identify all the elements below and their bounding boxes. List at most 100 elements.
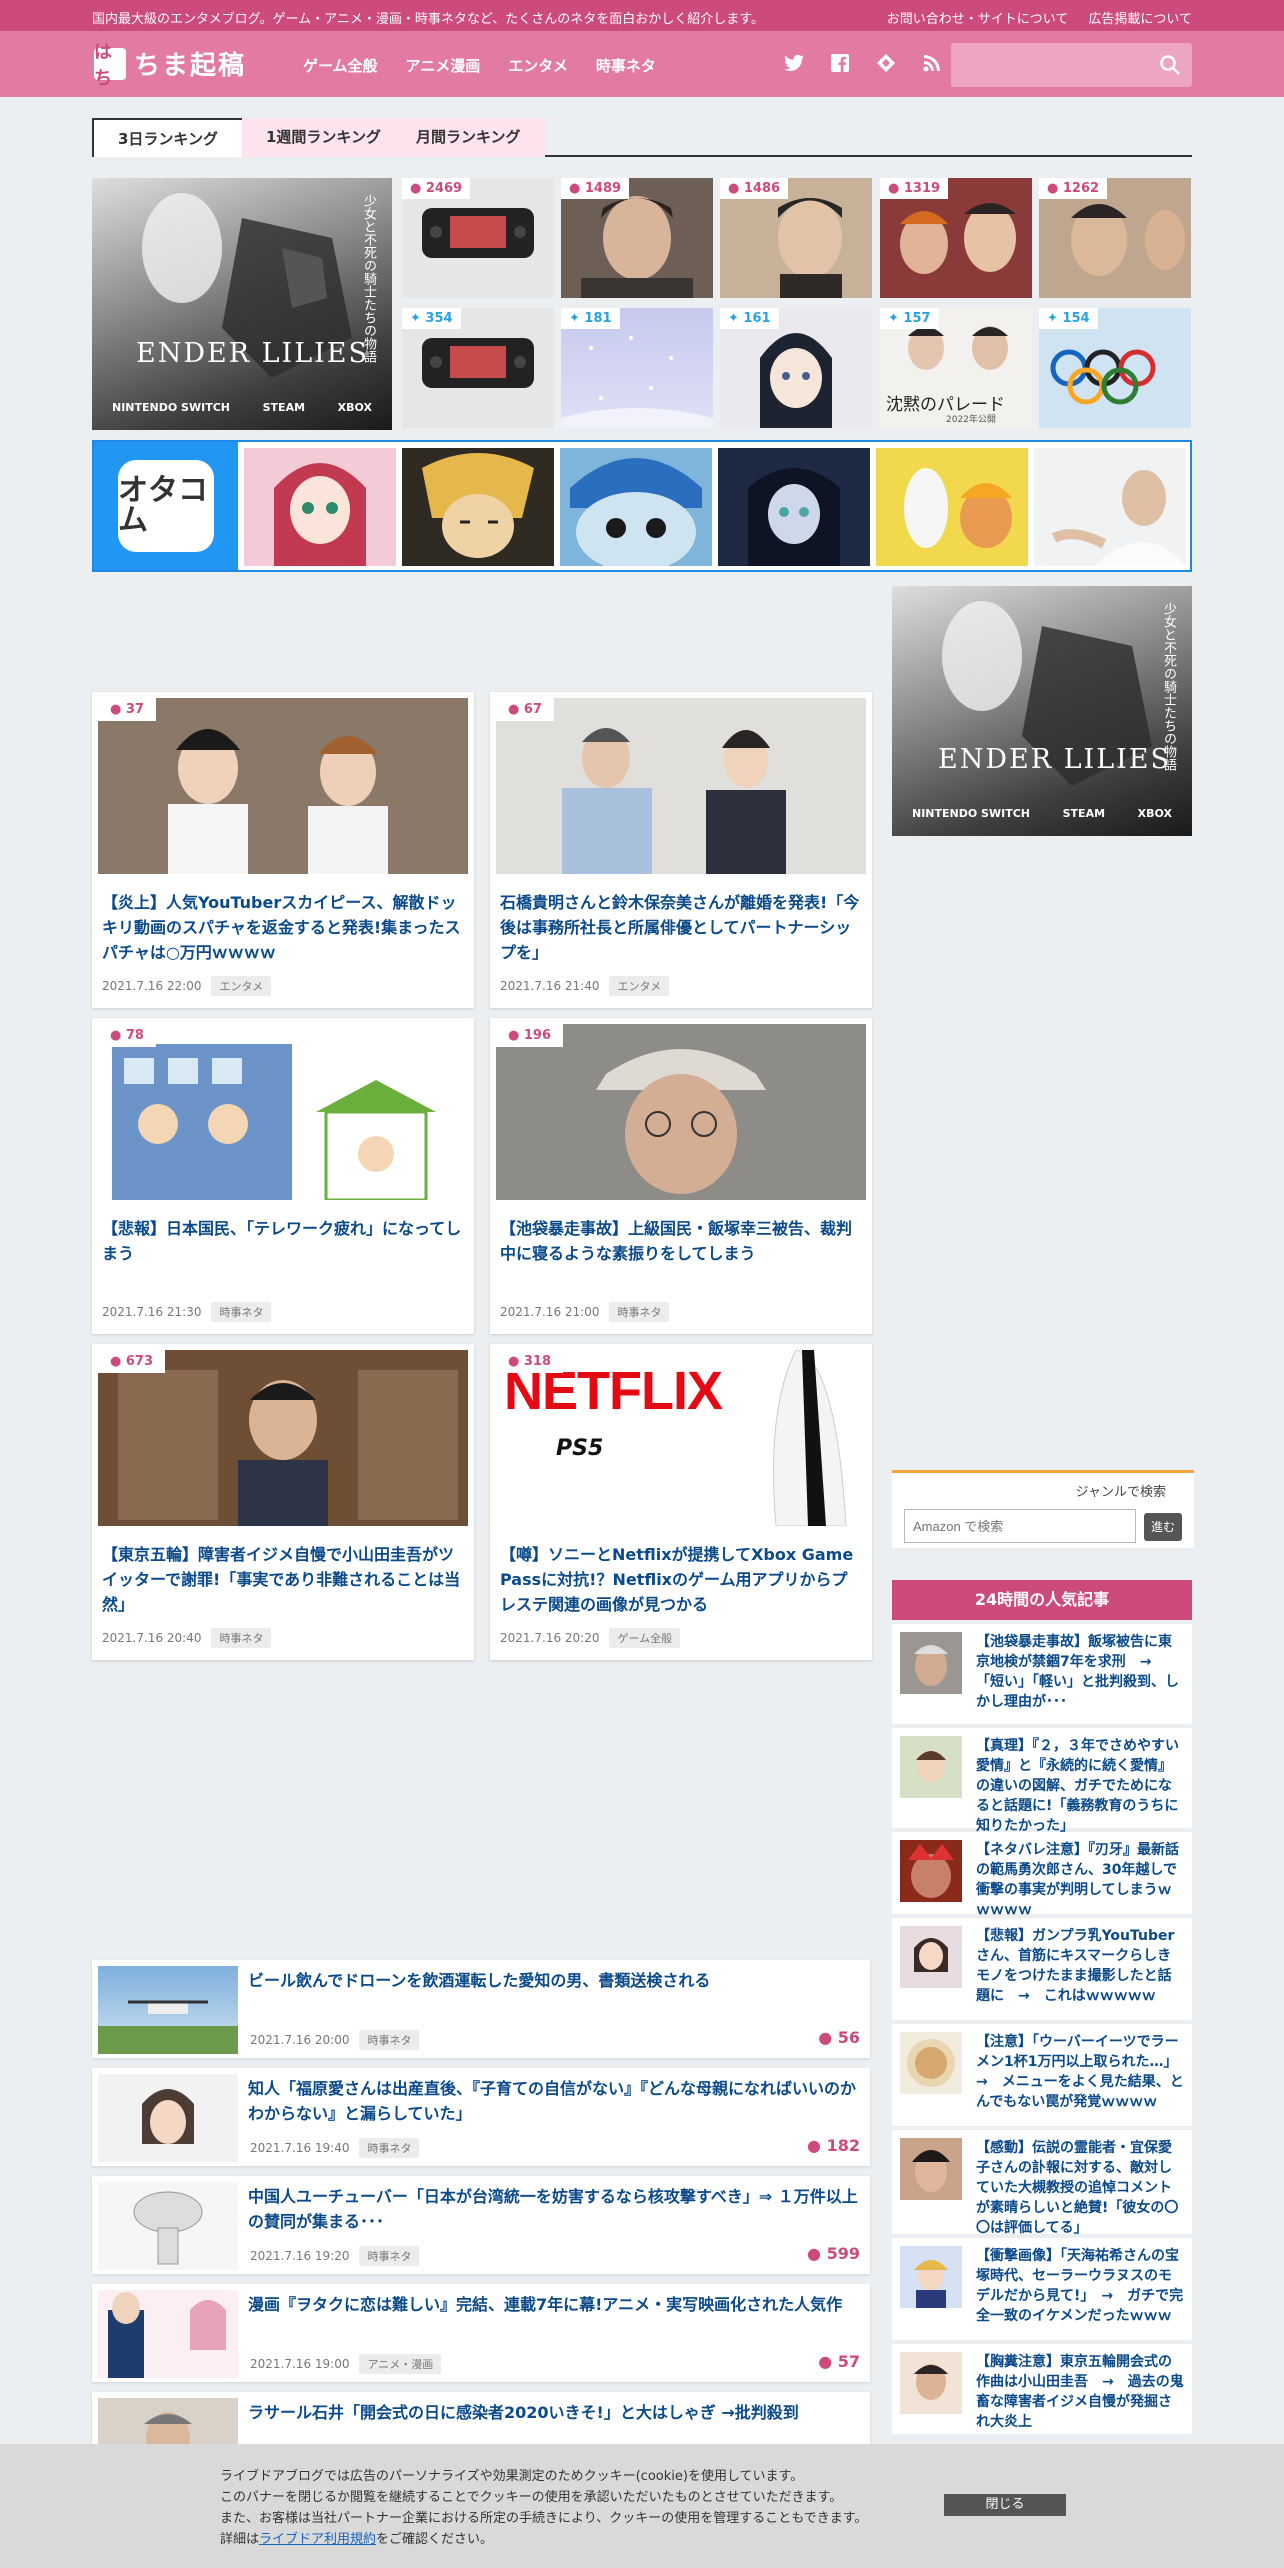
popular-thumbnail xyxy=(900,1840,962,1902)
ranking-item[interactable]: ● 1489 xyxy=(561,178,713,298)
hero-title: ENDER LILIES xyxy=(136,338,369,369)
sidebar-ad-banner[interactable]: 少女と不死の騎士たちの物語 ENDER LILIES NINTENDO SWIT… xyxy=(892,586,1192,836)
article-title[interactable]: 【池袋暴走事故】上級国民・飯塚幸三被告、裁判中に寝るような素振りをしてしまう xyxy=(500,1216,862,1266)
article-title[interactable]: 中国人ユーチューバー「日本が台湾統一を妨害するなら核攻撃すべき」⇒ １万件以上の… xyxy=(248,2184,858,2234)
popular-title[interactable]: 【胸糞注意】東京五輪開会式の作曲は小山田圭吾 → 過去の鬼畜な障害者イジメ自慢が… xyxy=(976,2352,1184,2432)
search-icon[interactable] xyxy=(1158,53,1182,77)
article-title[interactable]: ラサール石井「開会式の日に感染者2020いきそ!」と大はしゃぎ →批判殺到 xyxy=(248,2400,858,2425)
popular-title[interactable]: 【池袋暴走事故】飯塚被告に東京地検が禁錮7年を求刑 → 「短い」「軽い」と批判殺… xyxy=(976,1632,1184,1712)
feedly-icon[interactable] xyxy=(874,51,898,75)
category-tag[interactable]: 時事ネタ xyxy=(359,2138,420,2158)
ranking-item[interactable]: ✦ 354 xyxy=(402,308,554,428)
popular-item[interactable]: 【池袋暴走事故】飯塚被告に東京地検が禁錮7年を求刑 → 「短い」「軽い」と批判殺… xyxy=(892,1624,1192,1724)
category-tag[interactable]: 時事ネタ xyxy=(211,1302,272,1322)
comment-count: ● 2469 xyxy=(402,178,471,199)
ranking-item[interactable]: ✦ 161 xyxy=(720,308,872,428)
article-title[interactable]: 【炎上】人気YouTuberスカイピース、解散ドッキリ動画のスパチャを返金すると… xyxy=(102,890,464,965)
popular-title[interactable]: 【衝撃画像】「天海祐希さんの宝塚時代、セーラーウラヌスのモデルだから見て!」 →… xyxy=(976,2246,1184,2326)
article-meta: 2021.7.16 21:00 時事ネタ xyxy=(500,1302,670,1322)
popular-title[interactable]: 【ネタバレ注意】『刃牙』最新話の範馬勇次郎さん、30年越しで衝撃の事実が判明して… xyxy=(976,1840,1184,1920)
article-date: 2021.7.16 20:00 xyxy=(250,2033,350,2047)
sidead-title: ENDER LILIES xyxy=(938,744,1171,775)
comment-count: ● 1489 xyxy=(561,178,630,199)
article-card[interactable]: ● 673 【東京五輪】障害者イジメ自慢で小山田圭吾がツイッターで謝罪!「事実で… xyxy=(92,1344,474,1660)
tab-3day[interactable]: 3日ランキング xyxy=(92,118,244,157)
popular-item[interactable]: 【ネタバレ注意】『刃牙』最新話の範馬勇次郎さん、30年越しで衝撃の事実が判明して… xyxy=(892,1832,1192,1918)
search-go-button[interactable]: 進む xyxy=(1144,1513,1182,1541)
tab-week[interactable]: 1週間ランキング xyxy=(242,118,405,157)
hero-illustration xyxy=(142,193,352,378)
popular-item[interactable]: 【注意】「ウーバーイーツでラーメン1杯1万円以上取られた…」 → メニューをよく… xyxy=(892,2024,1192,2126)
popular-item[interactable]: 【胸糞注意】東京五輪開会式の作曲は小山田圭吾 → 過去の鬼畜な障害者イジメ自慢が… xyxy=(892,2344,1192,2434)
article-card[interactable]: ● 78 【悲報】日本国民、「テレワーク疲れ」になってしまう 2021.7.16… xyxy=(92,1018,474,1334)
article-card[interactable]: ● 67 石橋貴明さんと鈴木保奈美さんが離婚を発表!「今後は事務所社長と所属俳優… xyxy=(490,692,872,1008)
popular-title[interactable]: 【感動】伝説の霊能者・宜保愛子さんの訃報に対する、敵対していた大槻教授の追悼コメ… xyxy=(976,2138,1184,2238)
article-title[interactable]: 【東京五輪】障害者イジメ自慢で小山田圭吾がツイッターで謝罪!「事実であり非難され… xyxy=(102,1542,464,1617)
article-list-item[interactable]: 知人「福原愛さんは出産直後、『子育ての自信がない』『どんな母親になればいいのかわ… xyxy=(92,2068,870,2166)
amazon-search-input[interactable] xyxy=(904,1509,1136,1543)
otacom-banner[interactable]: オタコム xyxy=(92,440,1192,572)
cookie-line: 詳細はライブドア利用規約をご確認ください。 xyxy=(220,2532,494,2547)
popular-title[interactable]: 【悲報】ガンプラ乳YouTuberさん、首筋にキスマークらしきモノをつけたまま撮… xyxy=(976,1926,1184,2006)
ranking-item[interactable]: ✦ 181 xyxy=(561,308,713,428)
nav-item-entame[interactable]: エンタメ xyxy=(508,55,568,76)
site-logo[interactable]: はち ちま起稿 xyxy=(94,42,247,89)
article-card[interactable]: ● 37 【炎上】人気YouTuberスカイピース、解散ドッキリ動画のスパチャを… xyxy=(92,692,474,1008)
category-tag[interactable]: 時事ネタ xyxy=(609,1302,670,1322)
article-thumbnail xyxy=(98,2074,238,2162)
terms-link[interactable]: ライブドア利用規約 xyxy=(259,2532,376,2547)
popular-item[interactable]: 【衝撃画像】「天海祐希さんの宝塚時代、セーラーウラヌスのモデルだから見て!」 →… xyxy=(892,2238,1192,2340)
article-date: 2021.7.16 20:20 xyxy=(500,1631,600,1645)
popular-title[interactable]: 【注意】「ウーバーイーツでラーメン1杯1万円以上取られた…」 → メニューをよく… xyxy=(976,2032,1184,2112)
popular-thumbnail xyxy=(900,1926,962,1988)
nav-item-anime[interactable]: アニメ漫画 xyxy=(406,55,481,76)
contact-link[interactable]: お問い合わせ・サイトについて xyxy=(887,8,1069,27)
article-title[interactable]: 知人「福原愛さんは出産直後、『子育ての自信がない』『どんな母親になればいいのかわ… xyxy=(248,2076,858,2126)
ads-link[interactable]: 広告掲載について xyxy=(1088,8,1192,27)
article-card[interactable]: ● 196 【池袋暴走事故】上級国民・飯塚幸三被告、裁判中に寝るような素振りをし… xyxy=(490,1018,872,1334)
ranking-item[interactable]: ● 1486 xyxy=(720,178,872,298)
category-tag[interactable]: アニメ・漫画 xyxy=(359,2354,442,2374)
popular-title[interactable]: 【真理】『２，３年でさめやすい愛情』と『永続的に続く愛情』の違いの図解、ガチでた… xyxy=(976,1736,1184,1836)
article-title[interactable]: ビール飲んでドローンを飲酒運転した愛知の男、書類送検される xyxy=(248,1968,858,1993)
popular-item[interactable]: 【感動】伝説の霊能者・宜保愛子さんの訃報に対する、敵対していた大槻教授の追悼コメ… xyxy=(892,2130,1192,2236)
otacom-thumb xyxy=(718,448,870,566)
article-list-item[interactable]: 漫画『ヲタクに恋は難しい』完結、連載7年に幕!アニメ・実写映画化された人気作 2… xyxy=(92,2284,870,2382)
cookie-close-button[interactable]: 閉じる xyxy=(944,2494,1066,2516)
search-input[interactable] xyxy=(951,43,1151,87)
article-list-item[interactable]: 中国人ユーチューバー「日本が台湾統一を妨害するなら核攻撃すべき」⇒ １万件以上の… xyxy=(92,2176,870,2274)
popular-item[interactable]: 【真理】『２，３年でさめやすい愛情』と『永続的に続く愛情』の違いの図解、ガチでた… xyxy=(892,1728,1192,1834)
tab-month[interactable]: 月間ランキング xyxy=(392,118,545,157)
article-card[interactable]: NETFLIX PS5 ● 318 【噂】ソニーとNetflixが提携してXbo… xyxy=(490,1344,872,1660)
article-title[interactable]: 【噂】ソニーとNetflixが提携してXbox Game Passに対抗!？Ne… xyxy=(500,1542,862,1617)
ranking-tabs: 3日ランキング 1週間ランキング 月間ランキング xyxy=(92,118,1192,157)
twitter-icon[interactable] xyxy=(782,51,806,75)
ranking-item[interactable]: ✦ 154 xyxy=(1039,308,1191,428)
nav-item-news[interactable]: 時事ネタ xyxy=(596,55,656,76)
ranking-ad-banner[interactable]: 少女と不死の騎士たちの物語 ENDER LILIES NINTENDO SWIT… xyxy=(92,178,392,430)
ranking-item[interactable]: ● 1262 xyxy=(1039,178,1191,298)
ranking-item[interactable]: ● 1319 xyxy=(880,178,1032,298)
ranking-item[interactable]: ● 2469 xyxy=(402,178,554,298)
logo-text: ちま起稿 xyxy=(134,51,247,81)
category-tag[interactable]: 時事ネタ xyxy=(359,2030,420,2050)
ranking-item[interactable]: ✦ 157 沈黙のパレード 2022年公開 xyxy=(880,308,1032,428)
cookie-line: このバナーを閉じるか閲覧を継続することでクッキーの使用を承認いただいたものとさせ… xyxy=(220,2490,843,2505)
popular-thumbnail xyxy=(900,1736,962,1798)
category-tag[interactable]: エンタメ xyxy=(609,976,670,996)
category-tag[interactable]: 時事ネタ xyxy=(359,2246,420,2266)
article-title[interactable]: 石橋貴明さんと鈴木保奈美さんが離婚を発表!「今後は事務所社長と所属俳優としてパー… xyxy=(500,890,862,965)
popular-item[interactable]: 【悲報】ガンプラ乳YouTuberさん、首筋にキスマークらしきモノをつけたまま撮… xyxy=(892,1918,1192,2020)
article-title[interactable]: 【悲報】日本国民、「テレワーク疲れ」になってしまう xyxy=(102,1216,464,1266)
nav-item-games[interactable]: ゲーム全般 xyxy=(303,55,378,76)
facebook-icon[interactable] xyxy=(828,51,852,75)
category-tag[interactable]: 時事ネタ xyxy=(211,1628,272,1648)
main-nav: ゲーム全般 アニメ漫画 エンタメ 時事ネタ xyxy=(303,55,656,76)
category-tag[interactable]: ゲーム全般 xyxy=(609,1628,681,1648)
article-date: 2021.7.16 19:20 xyxy=(250,2249,350,2263)
article-title[interactable]: 漫画『ヲタクに恋は難しい』完結、連載7年に幕!アニメ・実写映画化された人気作 xyxy=(248,2292,858,2317)
otacom-thumb xyxy=(876,448,1028,566)
rss-icon[interactable] xyxy=(920,51,944,75)
category-tag[interactable]: エンタメ xyxy=(211,976,272,996)
article-list-item[interactable]: ビール飲んでドローンを飲酒運転した愛知の男、書類送検される 2021.7.16 … xyxy=(92,1960,870,2058)
